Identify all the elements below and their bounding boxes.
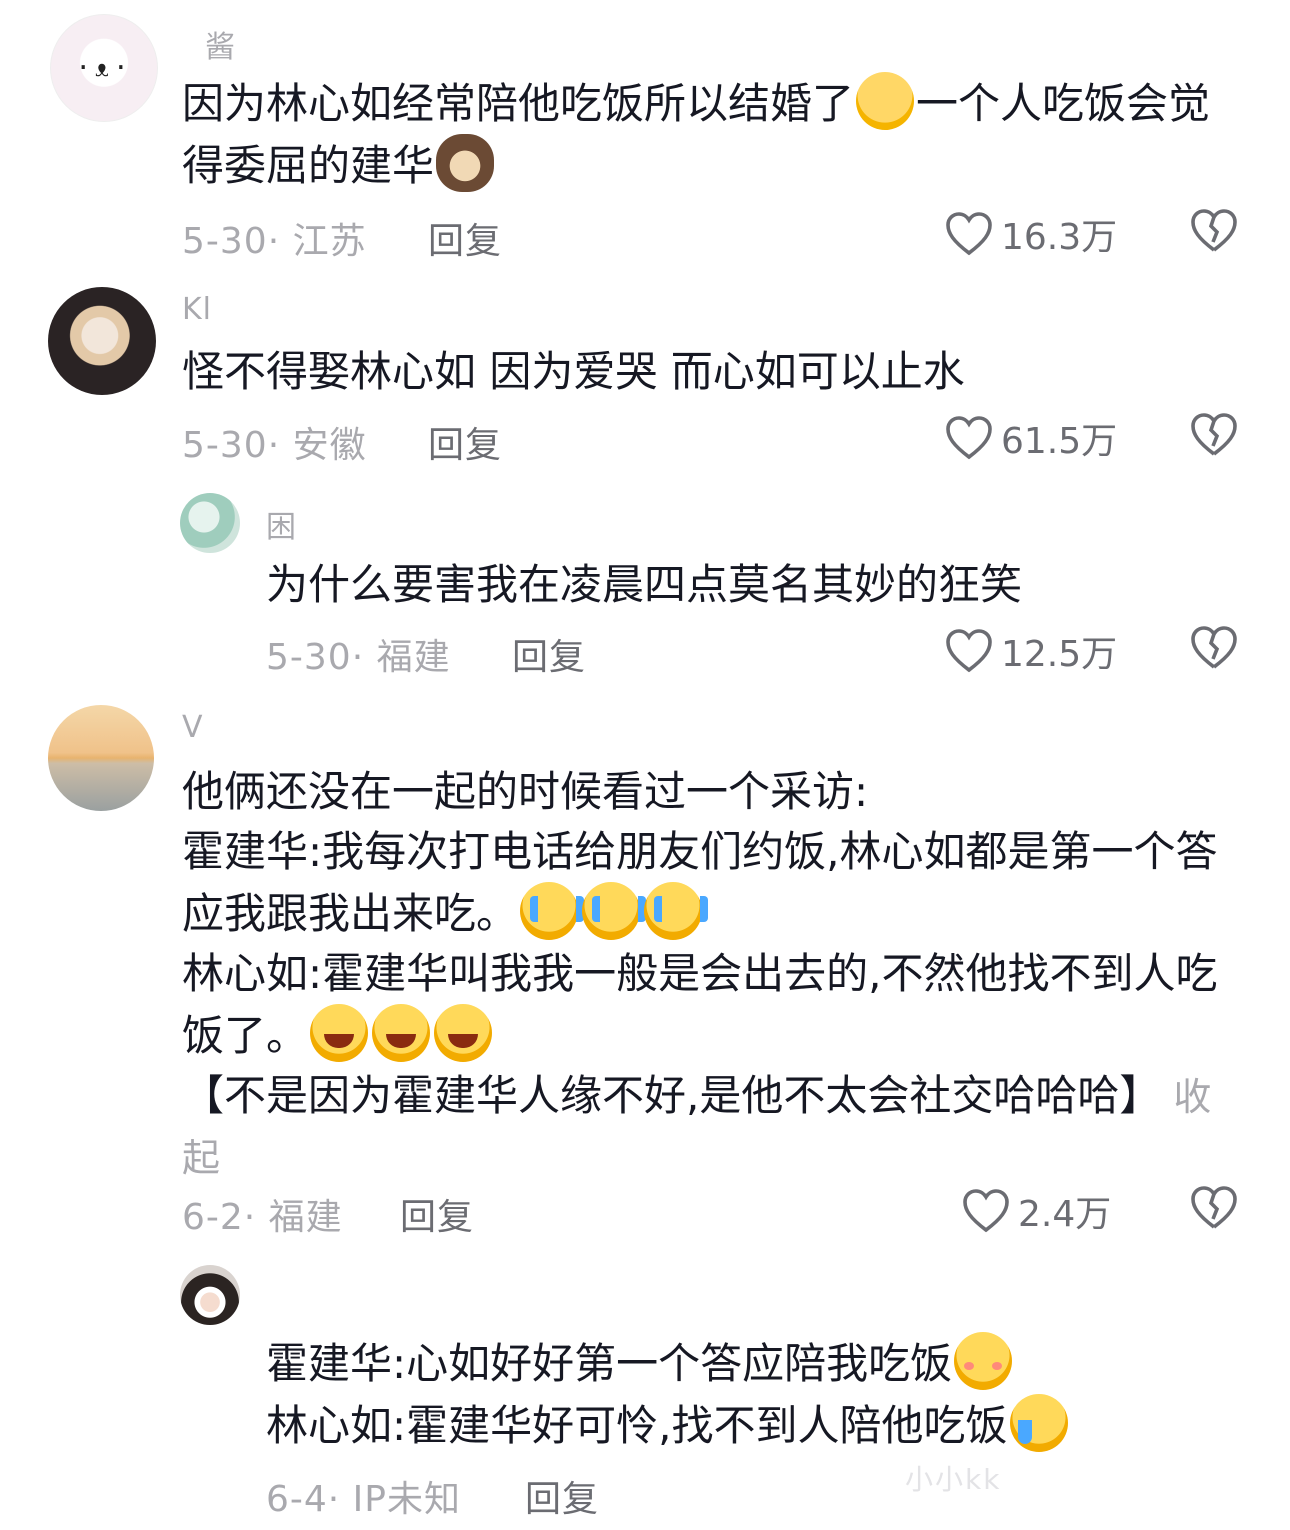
comment-text: 因为林心如经常陪他吃饭所以结婚了 一个人吃饭会觉得委屈的建华 — [182, 72, 1242, 196]
username[interactable]: V — [182, 710, 204, 745]
reply-button[interactable]: 回复 — [428, 416, 502, 468]
comment-line: 霍建华:我每次打电话给朋友们约饭,林心如都是第一个答应我跟我出来吃。 — [182, 822, 1242, 944]
reply-button[interactable]: 回复 — [525, 1470, 599, 1522]
date-location: 6-4· IP未知 — [266, 1479, 462, 1520]
sad-tear-face-icon — [1009, 1394, 1068, 1452]
laughing-tears-icon — [372, 1004, 431, 1062]
hello-kitty-avatar-icon: ·ᴥ· — [75, 53, 133, 83]
like-button[interactable]: 2.4万 — [962, 1185, 1111, 1237]
date-location: 6-2· 福建 — [182, 1197, 343, 1238]
laughing-tears-icon — [310, 1004, 369, 1062]
broken-heart-icon — [1191, 413, 1237, 456]
dislike-button[interactable] — [1190, 208, 1238, 258]
dislike-button[interactable] — [1190, 1185, 1238, 1235]
like-count: 2.4万 — [1018, 1194, 1112, 1235]
date-location: 5-30· 江苏 — [182, 221, 367, 262]
like-count: 12.5万 — [1001, 634, 1118, 675]
comment-text: 他俩还没在一起的时候看过一个采访: 霍建华:我每次打电话给朋友们约饭,林心如都是第… — [182, 762, 1242, 1188]
comment-line: 霍建华:心如好好第一个答应陪我吃饭 — [266, 1332, 1246, 1394]
date-location: 5-30· 福建 — [266, 637, 451, 678]
heart-icon — [946, 629, 992, 673]
reply-button[interactable]: 回复 — [512, 628, 586, 680]
comment-text: 为什么要害我在凌晨四点莫名其妙的狂笑 — [266, 560, 1023, 609]
crying-face-icon — [644, 882, 709, 940]
comment-line: 林心如:霍建华好可怜,找不到人陪他吃饭 — [266, 1394, 1246, 1456]
avatar[interactable] — [180, 493, 240, 553]
username[interactable]: Kl — [182, 292, 212, 327]
reply-button[interactable]: 回复 — [400, 1188, 474, 1240]
like-button[interactable]: 16.3万 — [945, 208, 1117, 260]
watermark: 小小kk — [905, 1463, 1002, 1496]
broken-heart-icon — [1191, 1186, 1237, 1229]
avatar[interactable] — [48, 705, 154, 811]
smug-face-icon — [954, 1332, 1013, 1390]
crying-face-icon — [582, 882, 647, 940]
comment-line: 林心如:霍建华叫我我一般是会出去的,不然他找不到人吃饭了。 — [182, 944, 1242, 1066]
comment-line-text: 霍建华:心如好好第一个答应陪我吃饭 — [266, 1339, 953, 1388]
dislike-button[interactable] — [1190, 625, 1238, 675]
dislike-button[interactable] — [1190, 412, 1238, 462]
avatar[interactable] — [180, 1265, 240, 1325]
like-count: 61.5万 — [1001, 421, 1118, 462]
comment-text-part: 因为林心如经常陪他吃饭所以结婚了 — [182, 79, 855, 128]
comment-text: 怪不得娶林心如 因为爱哭 而心如可以止水 — [182, 347, 965, 396]
like-count: 16.3万 — [1001, 217, 1118, 258]
avatar[interactable]: ·ᴥ· — [50, 14, 158, 122]
like-button[interactable]: 61.5万 — [945, 412, 1117, 464]
heart-icon — [946, 212, 992, 256]
broken-heart-icon — [1191, 626, 1237, 669]
date-location: 5-30· 安徽 — [182, 425, 367, 466]
dog-face-icon — [436, 134, 495, 192]
like-button[interactable]: 12.5万 — [945, 625, 1117, 677]
laughing-tears-icon — [434, 1004, 493, 1062]
pleading-face-icon — [856, 72, 915, 130]
username[interactable]: 酱 — [205, 22, 236, 66]
comment-line-text: 【不是因为霍建华人缘不好,是他不太会社交哈哈哈】 — [182, 1071, 1162, 1120]
broken-heart-icon — [1191, 209, 1237, 252]
comment-line-text: 林心如:霍建华好可怜,找不到人陪他吃饭 — [266, 1401, 1008, 1450]
comment-line: 他俩还没在一起的时候看过一个采访: — [182, 767, 869, 816]
crying-face-icon — [520, 882, 585, 940]
avatar[interactable] — [48, 287, 156, 395]
reply-button[interactable]: 回复 — [428, 212, 502, 264]
username[interactable]: 困 — [266, 502, 297, 546]
comment-line: 【不是因为霍建华人缘不好,是他不太会社交哈哈哈】 收起 — [182, 1066, 1242, 1188]
heart-icon — [963, 1189, 1009, 1233]
heart-icon — [946, 416, 992, 460]
comment-text: 霍建华:心如好好第一个答应陪我吃饭林心如:霍建华好可怜,找不到人陪他吃饭 — [266, 1332, 1246, 1456]
